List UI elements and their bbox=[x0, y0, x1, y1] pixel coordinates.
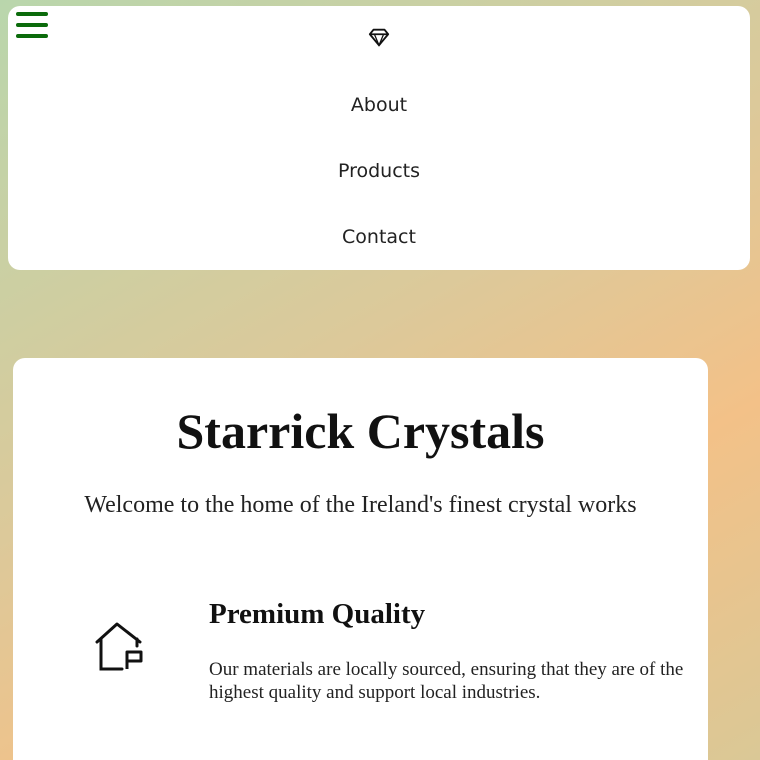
nav-link-contact[interactable]: Contact bbox=[8, 226, 750, 248]
nav-link-about[interactable]: About bbox=[8, 94, 750, 116]
hamburger-menu-icon[interactable] bbox=[16, 12, 48, 38]
diamond-icon[interactable] bbox=[368, 26, 390, 48]
house-p-icon bbox=[95, 622, 143, 671]
nav-menu-panel: About Products Contact bbox=[8, 6, 750, 270]
menu-bar bbox=[16, 23, 48, 27]
menu-bar bbox=[16, 34, 48, 38]
tagline: Welcome to the home of the Ireland's fin… bbox=[84, 492, 637, 518]
page-title: Starrick Crystals bbox=[176, 403, 545, 459]
feature-description: Our materials are locally sourced, ensur… bbox=[209, 659, 684, 703]
nav-link-products[interactable]: Products bbox=[8, 160, 750, 182]
feature-title: Premium Quality bbox=[209, 598, 426, 630]
content-card: Starrick Crystals Welcome to the home of… bbox=[13, 358, 708, 760]
menu-bar bbox=[16, 12, 48, 16]
